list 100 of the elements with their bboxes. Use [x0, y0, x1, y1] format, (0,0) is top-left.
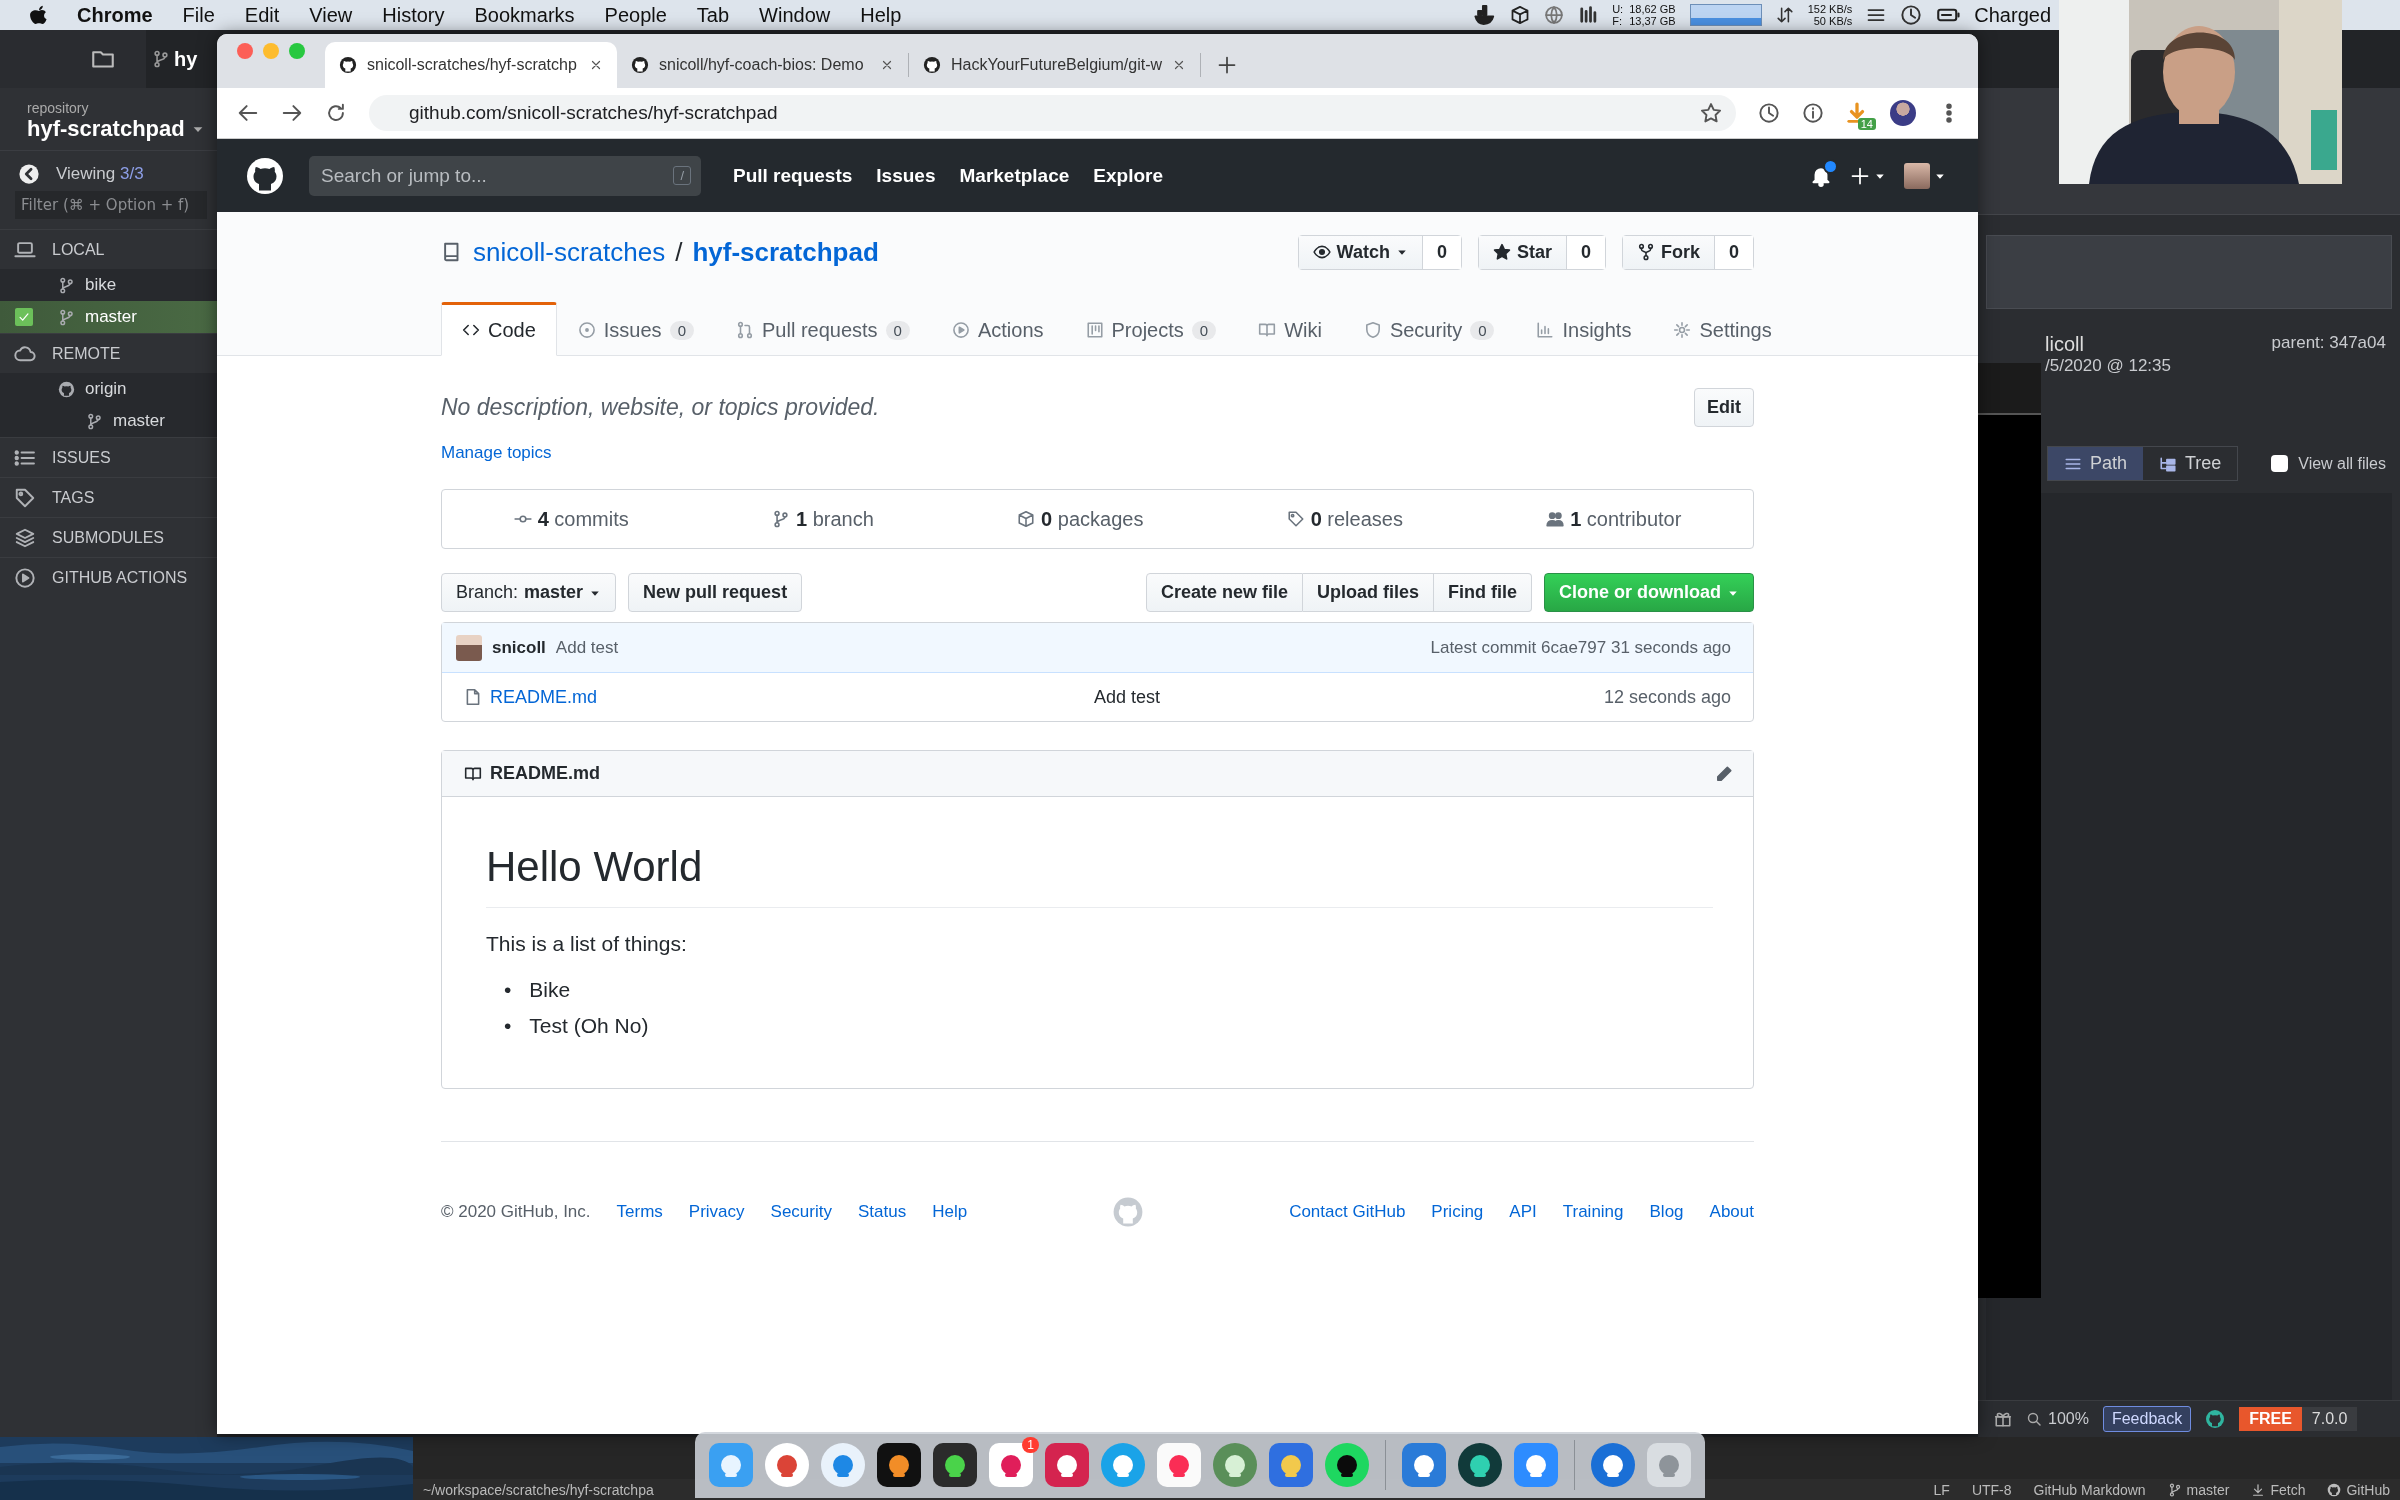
nav-link[interactable]: Issues [876, 164, 936, 187]
info-icon[interactable] [1802, 102, 1824, 124]
close-icon[interactable] [589, 58, 603, 72]
branch-select[interactable]: Branch: master [441, 573, 617, 612]
view-toggle[interactable]: Tree [2143, 447, 2238, 480]
app-icon[interactable] [875, 1441, 923, 1489]
summary-link[interactable]: 1 contributor [1546, 507, 1682, 531]
app-icon[interactable] [1456, 1441, 1504, 1489]
back-icon[interactable] [237, 102, 259, 124]
view-toggle[interactable]: Path [2048, 447, 2144, 480]
app-icon[interactable] [1589, 1441, 1637, 1489]
commit-message[interactable]: Add test [555, 637, 619, 658]
branch-item[interactable]: bike [0, 269, 217, 301]
summary-link[interactable]: 0 packages [1017, 507, 1144, 531]
file-action-button[interactable]: Create new file [1145, 573, 1303, 612]
status-item[interactable]: UTF-8 [1971, 1481, 2012, 1498]
star-icon[interactable] [1700, 102, 1722, 124]
footer-link[interactable]: Pricing [1431, 1202, 1484, 1222]
footer-link[interactable]: Blog [1649, 1202, 1684, 1222]
app-menu[interactable]: Chrome [62, 3, 168, 27]
pencil-icon[interactable] [1715, 764, 1733, 783]
boat-icon[interactable] [1474, 4, 1497, 26]
menu-item[interactable]: History [367, 3, 460, 27]
feedback-button[interactable]: Feedback [2102, 1406, 2192, 1432]
stopwatch-icon[interactable] [1758, 102, 1780, 124]
menu-item[interactable]: Help [845, 3, 917, 27]
edit-button[interactable]: Edit [1694, 388, 1754, 427]
commit-message[interactable]: Add test [1094, 686, 1604, 708]
status-item[interactable]: Fetch [2251, 1481, 2306, 1498]
section-header[interactable]: SUBMODULES [0, 517, 217, 557]
repo-link[interactable]: hyf-scratchpad [692, 236, 879, 268]
repo-tab[interactable]: Code [441, 302, 557, 356]
avatar[interactable] [1890, 100, 1916, 126]
profile-menu[interactable] [1904, 162, 1946, 189]
arrows-icon[interactable] [1775, 6, 1794, 24]
repo-tab[interactable]: Actions [930, 302, 1065, 356]
app-icon[interactable] [1043, 1441, 1091, 1489]
watch-button[interactable]: Watch [1298, 235, 1422, 269]
forward-icon[interactable] [281, 102, 303, 124]
repo-tab[interactable]: hy [146, 47, 198, 71]
repo-tab[interactable]: Projects 0 [1064, 302, 1238, 356]
footer-link[interactable]: About [1709, 1202, 1754, 1222]
repo-tab[interactable]: Insights [1515, 302, 1653, 356]
app-icon[interactable] [987, 1441, 1035, 1489]
nav-link[interactable]: Pull requests [733, 164, 853, 187]
nav-link[interactable]: Explore [1093, 164, 1164, 187]
menu-item[interactable]: View [294, 3, 368, 27]
menu-item[interactable]: Bookmarks [459, 3, 590, 27]
status-item[interactable]: GitHub [2327, 1481, 2390, 1498]
repo-tab[interactable]: Security 0 [1342, 302, 1516, 356]
count[interactable]: 0 [1565, 235, 1605, 269]
checkbox[interactable] [2271, 455, 2289, 472]
status-item[interactable]: master [2167, 1481, 2230, 1498]
new-tab-icon[interactable] [1217, 55, 1238, 75]
globe-icon[interactable] [1544, 5, 1565, 25]
browser-tab[interactable]: HackYourFutureBelgium/git-w [909, 53, 1202, 77]
checkout-checkbox[interactable] [15, 308, 33, 326]
commit-author[interactable]: snicoll [492, 637, 546, 658]
battery-status[interactable]: Charged [1974, 3, 2051, 27]
count[interactable]: 0 [1714, 235, 1753, 269]
menu-item[interactable]: File [167, 3, 230, 27]
footer-link[interactable]: Security [770, 1202, 832, 1222]
footer-link[interactable]: Contact GitHub [1289, 1202, 1406, 1222]
menu-item[interactable]: Window [744, 3, 846, 27]
branch-item[interactable]: master [0, 405, 217, 437]
repo-tab[interactable]: Pull requests 0 [714, 302, 931, 356]
create-menu[interactable] [1850, 165, 1886, 186]
cube-icon[interactable] [1510, 5, 1531, 25]
equalizer-icon[interactable] [1578, 5, 1599, 25]
cat-logo[interactable] [245, 155, 285, 196]
footer-link[interactable]: Training [1562, 1202, 1624, 1222]
summary-link[interactable]: 0 releases [1286, 507, 1403, 531]
status-item[interactable]: GitHub Markdown [2033, 1481, 2146, 1498]
filter-field[interactable]: Filter (⌘ + Option + f) [15, 191, 207, 219]
usage-graph[interactable] [1689, 4, 1762, 26]
repo-tab[interactable]: Issues 0 [556, 302, 715, 356]
repo-tab[interactable]: Settings [1652, 302, 1793, 356]
file-action-button[interactable]: Upload files [1303, 573, 1434, 612]
app-icon[interactable] [931, 1441, 979, 1489]
branch-item[interactable]: master [0, 301, 217, 333]
repo-tab[interactable]: Wiki [1237, 302, 1343, 356]
summary-link[interactable]: 1 branch [772, 507, 874, 531]
footer-link[interactable]: Privacy [688, 1202, 745, 1222]
zoom-level[interactable]: 100% [2026, 1410, 2089, 1428]
star-button[interactable]: Star [1478, 235, 1566, 269]
app-icon[interactable] [1323, 1441, 1371, 1489]
file-link[interactable]: README.md [464, 686, 1094, 708]
gift-icon[interactable] [1994, 1410, 2012, 1428]
section-header[interactable]: GITHUB ACTIONS [0, 557, 217, 597]
footer-link[interactable]: Help [932, 1202, 968, 1222]
nav-link[interactable]: Marketplace [959, 164, 1070, 187]
summary-link[interactable]: 4 commits [513, 507, 629, 531]
menu-item[interactable]: People [589, 3, 682, 27]
status-item[interactable]: LF [1933, 1481, 1950, 1498]
footer-link[interactable]: Status [858, 1202, 907, 1222]
branch-item[interactable]: origin [0, 373, 217, 405]
footer-link[interactable]: API [1509, 1202, 1537, 1222]
fork-button[interactable]: Fork [1622, 235, 1714, 269]
clock-icon[interactable] [1900, 4, 1923, 26]
back-icon[interactable] [18, 163, 40, 185]
